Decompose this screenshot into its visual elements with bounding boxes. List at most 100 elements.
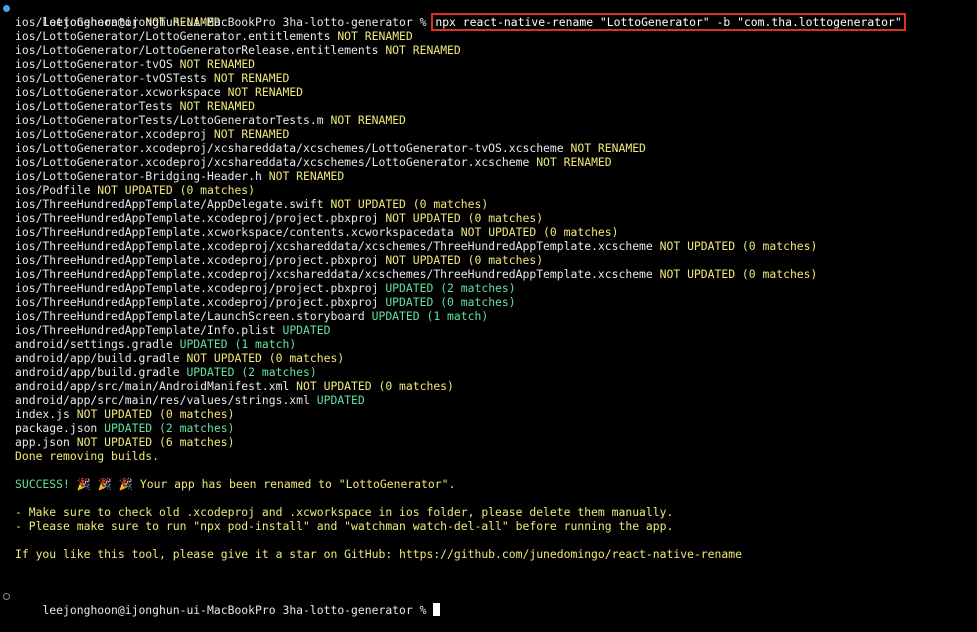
file-path: app.json [15, 435, 70, 449]
file-path: android/app/src/main/res/values/strings.… [15, 393, 310, 407]
output-line: android/app/src/main/res/values/strings.… [0, 393, 977, 407]
file-status: UPDATED (1 match) [179, 337, 297, 351]
output-line: ios/LottoGenerator-tvOSTests NOT RENAMED [0, 71, 977, 85]
file-path: ios/LottoGenerator.xcodeproj/xcshareddat… [15, 141, 564, 155]
output-line: ios/LottoGenerator.xcodeproj/xcshareddat… [0, 155, 977, 169]
file-status: NOT UPDATED (0 matches) [97, 183, 256, 197]
note-line-1: - Make sure to check old .xcodeproj and … [15, 505, 674, 519]
file-path: ios/ThreeHundredAppTemplate/AppDelegate.… [15, 197, 324, 211]
file-status: UPDATED (2 matches) [385, 281, 516, 295]
success-message: Your app has been renamed to "LottoGener… [133, 477, 456, 491]
file-status: NOT UPDATED (0 matches) [385, 211, 544, 225]
file-path: ios/LottoGenerator-Bridging-Header.h [15, 169, 262, 183]
file-path: android/app/src/main/AndroidManifest.xml [15, 379, 290, 393]
file-path: ios/ThreeHundredAppTemplate.xcodeproj/pr… [15, 211, 379, 225]
terminal-window[interactable]: leejonghoon@ijonghun-ui-MacBookPro 3ha-l… [0, 0, 977, 632]
output-line: ios/ThreeHundredAppTemplate/Info.plist U… [0, 323, 977, 337]
output-line: ios/LottoGenerator.xcworkspace NOT RENAM… [0, 85, 977, 99]
file-status: NOT UPDATED (0 matches) [76, 407, 235, 421]
file-path: ios/ThreeHundredAppTemplate.xcodeproj/pr… [15, 281, 379, 295]
output-line: ios/LottoGenerator.xcodeproj/xcshareddat… [0, 141, 977, 155]
output-line: ios/Podfile NOT UPDATED (0 matches) [0, 183, 977, 197]
file-status: NOT RENAMED [213, 127, 290, 141]
final-prompt-line[interactable]: leejonghoon@ijonghun-ui-MacBookPro 3ha-l… [0, 589, 977, 617]
file-path: ios/ThreeHundredAppTemplate.xcworkspace/… [15, 225, 454, 239]
output-line: android/app/build.gradle NOT UPDATED (0 … [0, 351, 977, 365]
file-status: NOT UPDATED (0 matches) [186, 351, 345, 365]
file-path: ios/LottoGenerator.xcodeproj/xcshareddat… [15, 155, 530, 169]
file-path: ios/LottoGenerator-tvOS [15, 57, 173, 71]
output-line: ios/ThreeHundredAppTemplate/AppDelegate.… [0, 197, 977, 211]
output-line: ios/LottoGenerator/LottoGenerator.entitl… [0, 29, 977, 43]
party-emoji-icon: 🎉 🎉 🎉 [76, 477, 133, 491]
file-path: ios/LottoGenerator.xcworkspace [15, 85, 221, 99]
output-line: ios/LottoGenerator/LottoGeneratorRelease… [0, 43, 977, 57]
output-line: ios/ThreeHundredAppTemplate.xcodeproj/pr… [0, 253, 977, 267]
output-line: ios/LottoGeneratorTests/LottoGeneratorTe… [0, 113, 977, 127]
command-line: leejonghoon@ijonghun-ui-MacBookPro 3ha-l… [0, 1, 977, 31]
file-path: package.json [15, 421, 98, 435]
note-line-2: - Please make sure to run "npx pod-insta… [15, 519, 674, 533]
file-status: NOT UPDATED (0 matches) [385, 253, 544, 267]
file-path: index.js [15, 407, 70, 421]
output-line: ios/ThreeHundredAppTemplate.xcworkspace/… [0, 225, 977, 239]
file-path: ios/ThreeHundredAppTemplate.xcodeproj/xc… [15, 239, 653, 253]
file-status: NOT RENAMED [337, 29, 413, 43]
file-status: NOT RENAMED [570, 141, 646, 155]
file-path: ios/LottoGenerator/LottoGenerator.entitl… [15, 29, 331, 43]
file-path: ios/Podfile [15, 183, 91, 197]
file-status: UPDATED [282, 323, 331, 337]
file-status: NOT UPDATED (0 matches) [296, 379, 454, 393]
file-path: android/app/build.gradle [15, 351, 180, 365]
output-line: ios/ThreeHundredAppTemplate.xcodeproj/pr… [0, 211, 977, 225]
text-cursor [433, 603, 441, 616]
output-line: index.js NOT UPDATED (0 matches) [0, 407, 977, 421]
file-path: android/app/build.gradle [15, 365, 180, 379]
file-path: ios/LottoGeneratorTests [15, 99, 173, 113]
output-line: android/app/build.gradle UPDATED (2 matc… [0, 365, 977, 379]
prompt-text: leejonghoon@ijonghun-ui-MacBookPro 3ha-l… [42, 15, 434, 29]
file-path: android/settings.gradle [15, 337, 173, 351]
file-status: NOT UPDATED (0 matches) [460, 225, 619, 239]
file-path: ios/LottoGenerator-tvOSTests [15, 71, 208, 85]
file-status: NOT UPDATED (0 matches) [330, 197, 489, 211]
output-line: ios/ThreeHundredAppTemplate.xcodeproj/pr… [0, 281, 977, 295]
file-status: UPDATED (0 matches) [385, 295, 516, 309]
file-status: NOT RENAMED [179, 57, 256, 71]
github-star-message: If you like this tool, please give it a … [15, 547, 742, 561]
file-path: ios/ThreeHundredAppTemplate/Info.plist [15, 323, 276, 337]
output-line: ios/ThreeHundredAppTemplate.xcodeproj/xc… [0, 267, 977, 281]
output-line: ios/LottoGenerator-tvOS NOT RENAMED [0, 57, 977, 71]
success-line: SUCCESS! 🎉 🎉 🎉 Your app has been renamed… [0, 477, 977, 491]
file-status: UPDATED (2 matches) [104, 421, 235, 435]
file-status: NOT UPDATED (0 matches) [659, 267, 818, 281]
file-path: ios/ThreeHundredAppTemplate/LaunchScreen… [15, 309, 365, 323]
output-line: ios/LottoGenerator.xcodeproj NOT RENAMED [0, 127, 977, 141]
command-status-dot-icon [3, 5, 10, 12]
file-status: UPDATED (1 match) [371, 309, 489, 323]
file-path: ios/LottoGenerator/LottoGeneratorRelease… [15, 43, 379, 57]
file-status: NOT UPDATED (0 matches) [659, 239, 818, 253]
file-path: ios/LottoGeneratorTests/LottoGeneratorTe… [15, 113, 324, 127]
file-path: ios/LottoGenerator.xcodeproj [15, 127, 208, 141]
output-line: ios/LottoGeneratorTests NOT RENAMED [0, 99, 977, 113]
output-line: ios/ThreeHundredAppTemplate.xcodeproj/xc… [0, 239, 977, 253]
file-status: NOT RENAMED [268, 169, 345, 183]
file-status: UPDATED [316, 393, 365, 407]
file-status: NOT RENAMED [227, 85, 304, 99]
output-line: ios/ThreeHundredAppTemplate.xcodeproj/pr… [0, 295, 977, 309]
output-line: app.json NOT UPDATED (6 matches) [0, 435, 977, 449]
file-status: NOT RENAMED [179, 99, 256, 113]
file-status: NOT RENAMED [213, 71, 290, 85]
done-message: Done removing builds. [15, 449, 160, 463]
final-prompt-text: leejonghoon@ijonghun-ui-MacBookPro 3ha-l… [42, 603, 434, 617]
file-status: NOT UPDATED (6 matches) [76, 435, 235, 449]
output-line: package.json UPDATED (2 matches) [0, 421, 977, 435]
command-output: ios/LottoGenerator NOT RENAMED ios/LottoG… [0, 15, 977, 449]
file-status: NOT RENAMED [385, 43, 461, 57]
